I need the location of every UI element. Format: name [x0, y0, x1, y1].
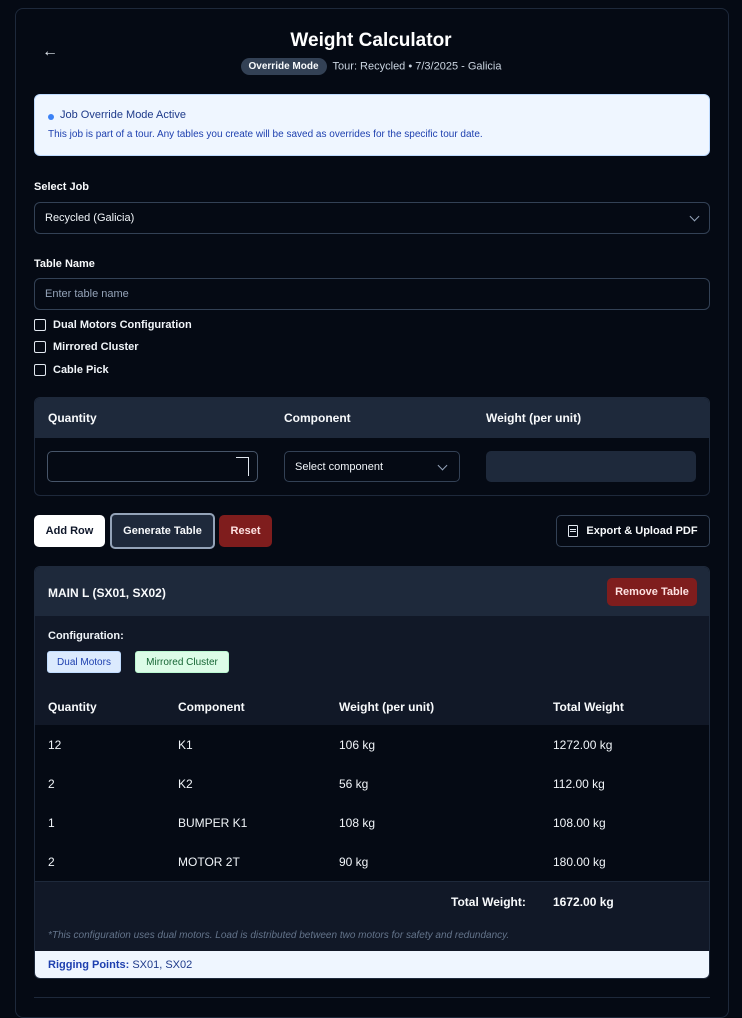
cell-component: BUMPER K1 [178, 816, 248, 830]
job-select[interactable]: Recycled (Galicia) [34, 202, 710, 234]
table-name-input[interactable] [35, 279, 709, 309]
alert-body: This job is part of a tour. Any tables y… [48, 129, 483, 140]
result-table-title: MAIN L (SX01, SX02) [48, 586, 166, 600]
total-weight-row: Total Weight: 1672.00 kg [35, 882, 709, 921]
cell-weight: 56 kg [339, 777, 369, 791]
export-pdf-label: Export & Upload PDF [586, 525, 698, 537]
cell-total: 180.00 kg [553, 855, 606, 869]
table-row: 2 K2 56 kg 112.00 kg [35, 764, 709, 804]
total-weight-label: Total Weight: [451, 895, 526, 909]
rigging-points-label: Rigging Points: [48, 959, 130, 971]
table-row: 1 BUMPER K1 108 kg 108.00 kg [35, 803, 709, 843]
generate-table-button[interactable]: Generate Table [110, 513, 215, 549]
file-icon [568, 525, 579, 537]
cell-weight: 90 kg [339, 855, 369, 869]
chevron-down-icon [437, 460, 448, 471]
table-name-label: Table Name [34, 258, 95, 270]
job-select-value: Recycled (Galicia) [45, 212, 135, 224]
cell-weight: 108 kg [339, 816, 376, 830]
checkbox-box[interactable] [34, 319, 46, 331]
page-title: Weight Calculator [290, 30, 452, 51]
cell-weight: 106 kg [339, 738, 376, 752]
mirrored-cluster-tag: Mirrored Cluster [135, 651, 229, 673]
builder-header-component: Component [284, 411, 351, 425]
component-builder: Quantity Component Weight (per unit) Sel… [34, 397, 710, 496]
checkbox-label: Dual Motors Configuration [53, 319, 192, 331]
checkbox-box[interactable] [34, 341, 46, 353]
cell-component: K2 [178, 777, 193, 791]
remove-table-button[interactable]: Remove Table [607, 578, 697, 606]
cell-quantity: 2 [48, 777, 55, 791]
tour-info: Tour: Recycled • 7/3/2025 - Galicia [332, 60, 502, 73]
cell-total: 1272.00 kg [553, 738, 613, 752]
total-weight-value: 1672.00 kg [553, 895, 614, 909]
cell-total: 112.00 kg [553, 777, 605, 791]
component-select[interactable]: Select component [284, 451, 460, 482]
table-row: 12 K1 106 kg 1272.00 kg [35, 725, 709, 765]
configuration-label: Configuration: [48, 630, 124, 642]
checkbox-label: Mirrored Cluster [53, 341, 139, 353]
builder-header-weight: Weight (per unit) [486, 411, 582, 425]
builder-header: Quantity Component Weight (per unit) [35, 398, 709, 438]
cell-component: MOTOR 2T [178, 855, 240, 869]
spinner-corner-icon [236, 457, 249, 476]
column-header-weight: Weight (per unit) [339, 700, 435, 714]
override-alert: Job Override Mode Active This job is par… [34, 94, 710, 156]
result-table-card: MAIN L (SX01, SX02) Remove Table Configu… [34, 566, 710, 979]
mirrored-cluster-checkbox[interactable]: Mirrored Cluster [34, 339, 139, 355]
weight-display [486, 451, 696, 482]
cell-component: K1 [178, 738, 193, 752]
column-header-total: Total Weight [553, 700, 624, 714]
table-header-row: Quantity Component Weight (per unit) Tot… [35, 691, 709, 726]
table-row: 2 MOTOR 2T 90 kg 180.00 kg [35, 842, 709, 882]
export-pdf-button[interactable]: Export & Upload PDF [556, 515, 710, 547]
column-header-component: Component [178, 700, 245, 714]
checkbox-label: Cable Pick [53, 364, 109, 376]
cable-pick-checkbox[interactable]: Cable Pick [34, 362, 109, 378]
rigging-points-row: Rigging Points: SX01, SX02 [35, 951, 709, 978]
cell-quantity: 1 [48, 816, 55, 830]
quantity-input[interactable] [47, 451, 258, 482]
info-dot-icon [48, 114, 54, 120]
cell-total: 108.00 kg [553, 816, 606, 830]
reset-button[interactable]: Reset [219, 515, 272, 547]
component-select-placeholder: Select component [295, 461, 384, 473]
table-name-field[interactable] [34, 278, 710, 310]
cell-quantity: 12 [48, 738, 62, 752]
page-subtitle: Override Mode Tour: Recycled • 7/3/2025 -… [0, 58, 742, 75]
builder-header-quantity: Quantity [48, 411, 97, 425]
dual-motors-tag: Dual Motors [47, 651, 121, 673]
alert-title: Job Override Mode Active [60, 109, 186, 121]
checkbox-box[interactable] [34, 364, 46, 376]
result-table-header: MAIN L (SX01, SX02) Remove Table [35, 567, 709, 616]
dual-motors-checkbox[interactable]: Dual Motors Configuration [34, 317, 192, 333]
add-row-button[interactable]: Add Row [34, 515, 105, 547]
override-mode-badge: Override Mode [240, 58, 327, 75]
cell-quantity: 2 [48, 855, 55, 869]
select-job-label: Select Job [34, 181, 90, 193]
column-header-quantity: Quantity [48, 700, 97, 714]
dual-motor-note: *This configuration uses dual motors. Lo… [48, 930, 510, 941]
chevron-down-icon [689, 211, 700, 222]
rigging-points: Rigging Points: SX01, SX02 [48, 959, 192, 971]
rigging-points-value: SX01, SX02 [132, 959, 193, 971]
configuration-section: Configuration: Dual Motors Mirrored Clus… [35, 616, 709, 691]
dual-motor-note-row: *This configuration uses dual motors. Lo… [35, 921, 709, 951]
